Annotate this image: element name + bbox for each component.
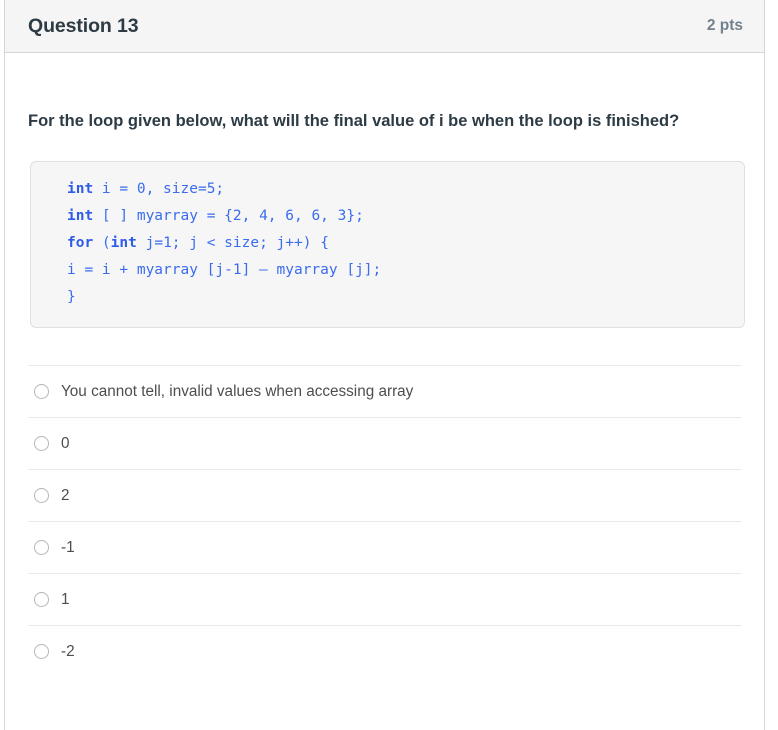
code-lines: int i = 0, size=5; int [ ] myarray = {2, … xyxy=(47,176,728,311)
code-text: i = 0, size=5; xyxy=(93,181,225,198)
answer-option-label: 0 xyxy=(61,435,70,453)
answer-option-label: -2 xyxy=(61,643,75,661)
code-text: } xyxy=(67,289,76,306)
code-keyword: int xyxy=(67,181,94,198)
radio-button-icon[interactable] xyxy=(34,592,49,608)
question-card: Question 13 2 pts For the loop given bel… xyxy=(4,0,765,730)
code-text: ( xyxy=(93,235,111,252)
code-line: for (int j=1; j < size; j++) { xyxy=(47,230,728,257)
question-header: Question 13 2 pts xyxy=(5,0,764,53)
code-keyword: int xyxy=(110,235,137,252)
code-line: int [ ] myarray = {2, 4, 6, 6, 3}; xyxy=(47,203,728,230)
answer-option-label: You cannot tell, invalid values when acc… xyxy=(61,383,414,401)
code-keyword: int xyxy=(67,208,94,225)
answer-option[interactable]: -2 xyxy=(28,625,741,677)
question-body: For the loop given below, what will the … xyxy=(5,108,764,677)
answer-option[interactable]: 2 xyxy=(28,469,741,521)
answer-option[interactable]: -1 xyxy=(28,521,741,573)
radio-button-icon[interactable] xyxy=(34,644,49,660)
answer-option-label: 2 xyxy=(61,487,70,505)
question-prompt: For the loop given below, what will the … xyxy=(28,112,680,130)
question-points-badge: 2 pts xyxy=(706,17,743,34)
code-line: int i = 0, size=5; xyxy=(47,176,728,203)
code-text: j=1; j < size; j++) { xyxy=(136,235,329,252)
radio-button-icon[interactable] xyxy=(34,436,49,452)
code-line: i = i + myarray [j-1] – myarray [j]; xyxy=(47,257,728,284)
code-block: int i = 0, size=5; int [ ] myarray = {2, … xyxy=(30,161,745,329)
code-text: [ ] myarray = {2, 4, 6, 6, 3}; xyxy=(93,208,364,225)
radio-button-icon[interactable] xyxy=(34,488,49,504)
answer-options-list: You cannot tell, invalid values when acc… xyxy=(28,365,741,677)
answer-option[interactable]: 1 xyxy=(28,573,741,625)
radio-button-icon[interactable] xyxy=(34,540,49,556)
page-title: Question 13 xyxy=(28,14,139,37)
answer-option-label: -1 xyxy=(61,539,75,557)
code-keyword: for xyxy=(67,235,94,252)
code-line: } xyxy=(47,284,728,311)
code-text: i = i + myarray [j-1] – myarray [j]; xyxy=(67,262,382,279)
radio-button-icon[interactable] xyxy=(34,384,49,400)
answer-option[interactable]: 0 xyxy=(28,417,741,469)
answer-option[interactable]: You cannot tell, invalid values when acc… xyxy=(28,365,741,417)
answer-option-label: 1 xyxy=(61,591,70,609)
